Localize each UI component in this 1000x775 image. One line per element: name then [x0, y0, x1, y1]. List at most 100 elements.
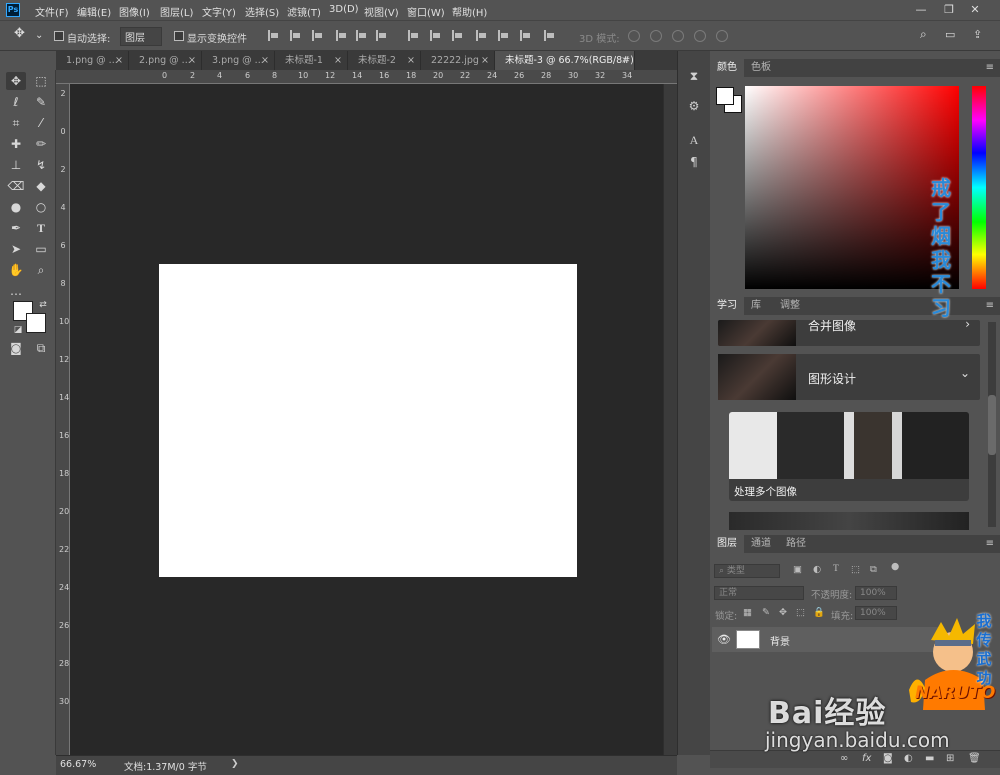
learn-card[interactable]: 处理多个图像	[729, 412, 969, 501]
panel-menu-icon[interactable]: ≡	[986, 62, 994, 73]
brush-tool-icon[interactable]: ✏	[31, 135, 51, 153]
filter-pixel-icon[interactable]: ▣	[793, 564, 802, 575]
blend-mode-dropdown[interactable]: 正常	[714, 586, 804, 600]
document-canvas[interactable]	[159, 264, 577, 577]
eraser-tool-icon[interactable]: ⌫	[6, 177, 26, 195]
panel-menu-icon[interactable]: ≡	[986, 538, 994, 549]
pen-tool-icon[interactable]: ✒	[6, 219, 26, 237]
lock-artboard-icon[interactable]: ⬚	[796, 607, 805, 618]
close-tab-icon[interactable]: ×	[188, 51, 196, 70]
tab-22222-jpg[interactable]: 22222.jpg ×	[421, 51, 495, 70]
filter-shape-icon[interactable]: ⬚	[851, 564, 860, 575]
character-panel-icon[interactable]: A	[686, 132, 702, 148]
ruler-vertical[interactable]: 2 0 2 4 6 8 10 12 14 16 18 20 22 24 26 2…	[56, 84, 70, 755]
learn-scrollbar-thumb[interactable]	[988, 395, 996, 455]
auto-align-icon[interactable]	[544, 30, 554, 41]
menu-window[interactable]: 窗口(W)	[407, 4, 445, 19]
screen-mode-icon[interactable]: ⧉	[31, 339, 51, 357]
distribute-top-icon[interactable]	[408, 30, 418, 41]
menu-help[interactable]: 帮助(H)	[452, 4, 487, 19]
tab-paths[interactable]: 路径	[779, 535, 813, 553]
close-tab-icon[interactable]: ×	[261, 51, 269, 70]
status-arrow-icon[interactable]: ❯	[231, 759, 239, 769]
tab-1-png[interactable]: 1.png @ ... ×	[56, 51, 129, 70]
hue-slider[interactable]	[972, 86, 986, 289]
zoom-tool-icon[interactable]: ⌕	[31, 261, 51, 279]
3d-pan-icon[interactable]	[672, 30, 684, 42]
share-icon[interactable]: ⇪	[973, 28, 982, 41]
blur-tool-icon[interactable]: ●	[6, 198, 26, 216]
3d-scale-icon[interactable]	[716, 30, 728, 42]
lock-pixels-icon[interactable]: ✎	[762, 607, 770, 618]
background-color-swatch[interactable]	[26, 313, 46, 333]
menu-view[interactable]: 视图(V)	[364, 4, 399, 19]
close-tab-icon[interactable]: ×	[115, 51, 123, 70]
close-tab-icon[interactable]: ×	[407, 51, 415, 70]
restore-button[interactable]: ❐	[938, 2, 960, 18]
filter-smart-object-icon[interactable]: ⧉	[870, 564, 877, 575]
new-layer-icon[interactable]: ⊞	[946, 753, 954, 764]
add-mask-icon[interactable]: ◙	[883, 753, 893, 764]
tab-untitled-3[interactable]: 未标题-3 @ 66.7%(RGB/8#) ×	[495, 51, 635, 70]
eyedropper-tool-icon[interactable]: ⁄	[31, 114, 51, 132]
quick-select-tool-icon[interactable]: ✎	[31, 93, 51, 111]
align-left-icon[interactable]	[336, 30, 346, 41]
align-bottom-icon[interactable]	[312, 30, 322, 41]
move-tool-icon[interactable]: ✥	[6, 72, 26, 90]
panel-foreground-swatch[interactable]	[716, 87, 734, 105]
link-layers-icon[interactable]: ∞	[840, 753, 848, 764]
rectangle-tool-icon[interactable]: ▭	[31, 240, 51, 258]
menu-filter[interactable]: 滤镜(T)	[287, 4, 321, 19]
close-tab-icon[interactable]: ×	[481, 51, 489, 70]
3d-orbit-icon[interactable]	[628, 30, 640, 42]
opacity-input[interactable]: 100%	[855, 586, 897, 600]
menu-3d[interactable]: 3D(D)	[329, 4, 359, 15]
menu-file[interactable]: 文件(F)	[35, 4, 69, 19]
tab-2-png[interactable]: 2.png @ ... ×	[129, 51, 202, 70]
close-window-button[interactable]: ✕	[964, 2, 986, 18]
menu-edit[interactable]: 编辑(E)	[77, 4, 111, 19]
history-brush-tool-icon[interactable]: ↯	[31, 156, 51, 174]
menu-image[interactable]: 图像(I)	[119, 4, 150, 19]
paint-bucket-tool-icon[interactable]: ◆	[31, 177, 51, 195]
canvas-vertical-scrollbar[interactable]	[663, 84, 677, 755]
path-select-tool-icon[interactable]: ➤	[6, 240, 26, 258]
filter-toggle-icon[interactable]: ●	[891, 561, 899, 572]
swap-colors-icon[interactable]: ⇄	[33, 296, 53, 314]
workspace-icon[interactable]: ▭	[945, 28, 955, 41]
zoom-level[interactable]: 66.67%	[60, 759, 96, 770]
type-tool-icon[interactable]: T	[31, 219, 51, 237]
tab-layers[interactable]: 图层	[710, 535, 744, 553]
quick-mask-icon[interactable]: ◙	[6, 339, 26, 357]
color-picker-field[interactable]	[745, 86, 959, 289]
tab-swatches[interactable]: 色板	[744, 59, 778, 77]
tab-adjustments[interactable]: 调整	[773, 297, 807, 315]
more-tools-icon[interactable]: …	[6, 282, 26, 300]
marquee-tool-icon[interactable]: ⬚	[31, 72, 51, 90]
lock-transparent-icon[interactable]: ▦	[743, 607, 752, 618]
learn-card-next[interactable]	[729, 512, 969, 530]
close-tab-icon[interactable]: ×	[621, 51, 629, 70]
learn-item-graphic-design[interactable]: 图形设计 ⌄	[718, 354, 980, 400]
delete-layer-icon[interactable]: 🗑	[968, 753, 981, 764]
tab-channels[interactable]: 通道	[744, 535, 778, 553]
close-tab-icon[interactable]: ×	[334, 51, 342, 70]
adjustment-layer-icon[interactable]: ◐	[904, 753, 913, 764]
tab-learn[interactable]: 学习	[710, 297, 744, 315]
move-tool-icon[interactable]: ✥	[14, 26, 25, 41]
filter-type-icon[interactable]: T	[833, 564, 839, 574]
3d-roll-icon[interactable]	[650, 30, 662, 42]
tab-untitled-2[interactable]: 未标题-2 ×	[348, 51, 421, 70]
tab-libraries[interactable]: 库	[744, 297, 768, 315]
eye-icon[interactable]: 👁	[717, 633, 731, 646]
crop-tool-icon[interactable]: ⌗	[6, 114, 26, 132]
hand-tool-icon[interactable]: ✋	[6, 261, 26, 279]
lasso-tool-icon[interactable]: ℓ	[6, 93, 26, 111]
ruler-horizontal[interactable]: 0 2 4 6 8 10 12 14 16 18 20 22 24 26 28 …	[56, 70, 677, 84]
fx-icon[interactable]: fx	[862, 753, 871, 764]
lock-position-icon[interactable]: ✥	[779, 607, 787, 618]
panel-menu-icon[interactable]: ≡	[986, 300, 994, 311]
layer-group-dropdown[interactable]: 图层	[120, 27, 162, 46]
distribute-right-icon[interactable]	[520, 30, 530, 41]
distribute-hcenter-icon[interactable]	[498, 30, 508, 41]
